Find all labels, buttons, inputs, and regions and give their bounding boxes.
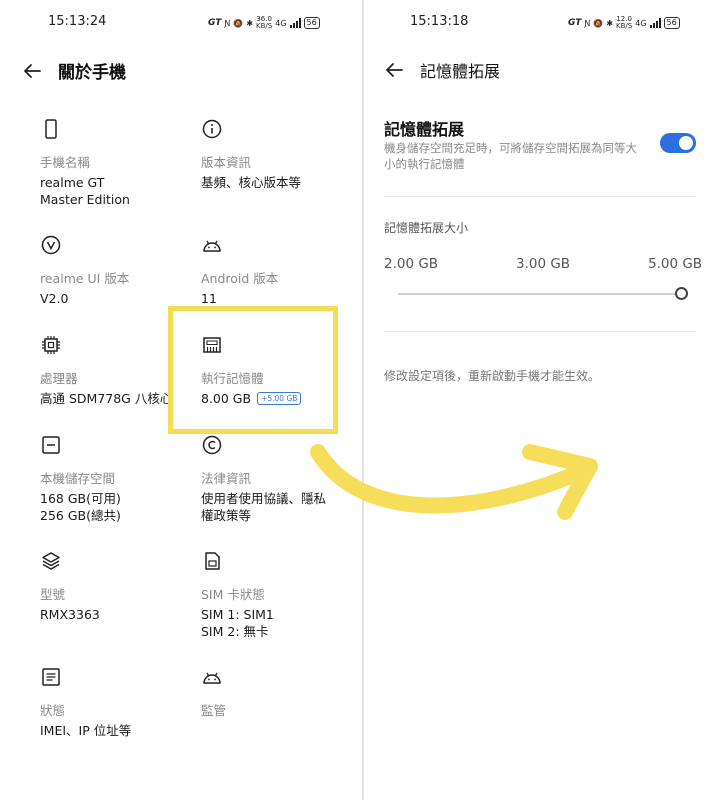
info-item-android-version[interactable]: Android 版本 11 bbox=[201, 234, 351, 307]
restart-note: 修改設定項後，重新啟動手機才能生效。 bbox=[384, 369, 601, 383]
android-icon bbox=[203, 240, 221, 252]
info-item-model[interactable]: 型號 RMX3363 bbox=[40, 550, 190, 623]
info-item-sim-status[interactable]: SIM 卡狀態 SIM 1: SIM1 SIM 2: 無卡 bbox=[201, 550, 351, 640]
item-value: 11 bbox=[201, 291, 217, 306]
about-phone-screen: 15:13:24 GT Ɲ 🔕 ✱ 36.0 KB/S 4G 56 關於手機 手機… bbox=[0, 0, 362, 800]
divider-line bbox=[384, 331, 696, 332]
status-time: 15:13:24 bbox=[48, 14, 107, 29]
mute-bell-icon: 🔕 bbox=[233, 18, 244, 28]
gt-mode-icon: GT bbox=[208, 18, 222, 28]
signal-icon bbox=[289, 18, 301, 28]
nfc-icon: Ɲ bbox=[584, 18, 591, 28]
mute-bell-icon: 🔕 bbox=[593, 18, 604, 28]
network-type: 4G bbox=[635, 18, 647, 28]
size-option-2gb[interactable]: 2.00 GB bbox=[384, 256, 438, 272]
status-icons: GT Ɲ 🔕 ✱ 12.0 KB/S 4G 56 bbox=[568, 16, 680, 30]
item-label: 法律資訊 bbox=[201, 471, 252, 486]
ram-highlight-box bbox=[168, 306, 338, 434]
expansion-switch-title: 記憶體拓展 bbox=[384, 120, 465, 139]
battery-icon: 56 bbox=[303, 17, 320, 29]
divider-line bbox=[384, 196, 696, 197]
nfc-icon: Ɲ bbox=[224, 18, 231, 28]
status-time: 15:13:18 bbox=[410, 14, 469, 29]
size-option-3gb[interactable]: 3.00 GB bbox=[516, 256, 570, 272]
status-icons: GT Ɲ 🔕 ✱ 36.0 KB/S 4G 56 bbox=[208, 16, 320, 30]
item-label: 狀態 bbox=[40, 703, 66, 718]
size-slider-thumb[interactable] bbox=[675, 287, 688, 300]
item-value: 使用者使用協議、隱私權政策等 bbox=[201, 491, 327, 523]
page-title: 關於手機 bbox=[58, 63, 126, 83]
gt-mode-icon: GT bbox=[568, 18, 582, 28]
phone-icon bbox=[45, 119, 57, 139]
expansion-switch-description: 機身儲存空間充足時，可將儲存空間拓展為同等大小的執行記憶體 bbox=[384, 141, 637, 171]
info-item-realme-ui-version[interactable]: realme UI 版本 V2.0 bbox=[40, 234, 190, 307]
processor-chip-icon bbox=[42, 336, 60, 354]
item-value: V2.0 bbox=[40, 291, 69, 306]
toggle-knob bbox=[679, 136, 693, 150]
item-value: 168 GB(可用) 256 GB(總共) bbox=[40, 491, 121, 523]
item-value: SIM 1: SIM1 SIM 2: 無卡 bbox=[201, 607, 274, 639]
battery-icon: 56 bbox=[663, 17, 680, 29]
item-label: 型號 bbox=[40, 587, 66, 602]
info-item-regulatory[interactable]: 監管 bbox=[201, 666, 351, 719]
info-item-status[interactable]: 狀態 IMEI、IP 位址等 bbox=[40, 666, 190, 739]
memory-expansion-screen: 15:13:18 GT Ɲ 🔕 ✱ 12.0 KB/S 4G 56 記憶體拓展 記… bbox=[364, 0, 720, 800]
page-title: 記憶體拓展 bbox=[420, 62, 501, 81]
expansion-toggle[interactable] bbox=[660, 133, 696, 153]
back-arrow-icon[interactable] bbox=[20, 59, 44, 83]
item-label: Android 版本 bbox=[201, 271, 279, 286]
info-item-storage[interactable]: 本機儲存空間 168 GB(可用) 256 GB(總共) bbox=[40, 434, 190, 524]
bluetooth-icon: ✱ bbox=[246, 18, 254, 28]
expansion-size-label: 記憶體拓展大小 bbox=[384, 221, 469, 235]
item-value: RMX3363 bbox=[40, 607, 100, 622]
item-label: SIM 卡狀態 bbox=[201, 587, 265, 602]
item-value: 基頻、核心版本等 bbox=[201, 175, 302, 190]
size-slider-track[interactable] bbox=[398, 293, 680, 295]
network-type: 4G bbox=[275, 18, 287, 28]
layers-icon bbox=[42, 552, 60, 570]
page-header: 記憶體拓展 bbox=[382, 58, 500, 82]
info-item-version-info[interactable]: 版本資訊 基頻、核心版本等 bbox=[201, 118, 351, 191]
back-arrow-icon[interactable] bbox=[382, 58, 406, 82]
copyright-icon bbox=[202, 435, 222, 455]
size-option-5gb[interactable]: 5.00 GB bbox=[648, 256, 702, 272]
sim-card-icon bbox=[205, 552, 220, 570]
document-icon bbox=[42, 668, 60, 686]
signal-icon bbox=[649, 18, 661, 28]
item-label: realme UI 版本 bbox=[40, 271, 130, 286]
network-speed: 36.0 KB/S bbox=[256, 15, 273, 30]
item-label: 本機儲存空間 bbox=[40, 471, 116, 486]
item-label: 手機名稱 bbox=[40, 155, 91, 170]
storage-icon bbox=[42, 436, 60, 454]
info-item-legal[interactable]: 法律資訊 使用者使用協議、隱私權政策等 bbox=[201, 434, 351, 524]
item-label: 監管 bbox=[201, 703, 227, 718]
network-speed: 12.0 KB/S bbox=[616, 15, 633, 30]
page-header: 關於手機 bbox=[20, 58, 126, 83]
info-item-device-name[interactable]: 手機名稱 realme GT Master Edition bbox=[40, 118, 190, 208]
item-value: realme GT Master Edition bbox=[40, 175, 130, 207]
item-label: 版本資訊 bbox=[201, 155, 252, 170]
info-icon bbox=[202, 119, 222, 139]
item-value: IMEI、IP 位址等 bbox=[40, 723, 132, 738]
realme-v-icon bbox=[41, 235, 61, 255]
android-icon bbox=[203, 672, 221, 684]
bluetooth-icon: ✱ bbox=[606, 18, 614, 28]
